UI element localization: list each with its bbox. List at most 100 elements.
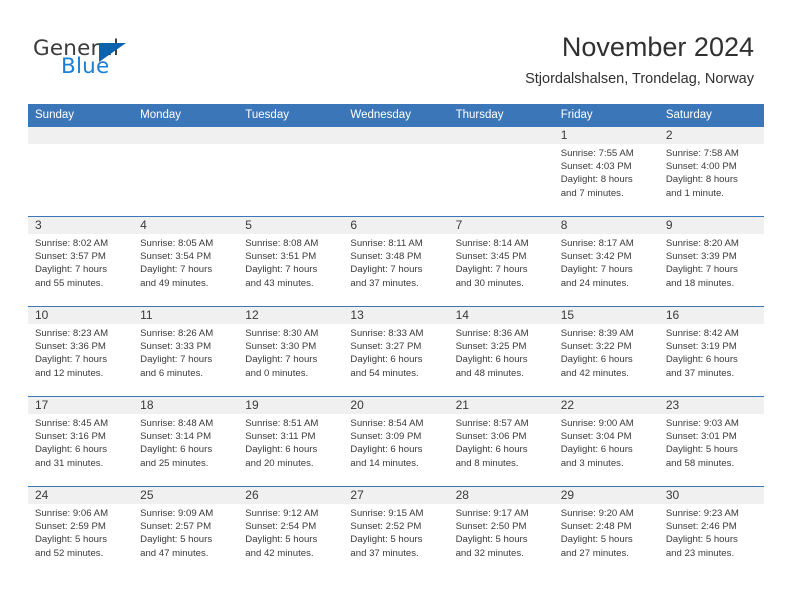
day-cell[interactable]: 6 Sunrise: 8:11 AM Sunset: 3:48 PM Daylig…	[343, 216, 449, 307]
day-number: 25	[133, 487, 239, 504]
day-info: Sunrise: 9:09 AM Sunset: 2:57 PM Dayligh…	[140, 508, 214, 559]
day-number	[133, 127, 239, 144]
weekday-header-friday: Friday	[553, 104, 659, 127]
day-number: 10	[28, 307, 134, 324]
day-number: 14	[448, 307, 554, 324]
day-info: Sunrise: 7:58 AM Sunset: 4:00 PM Dayligh…	[665, 148, 739, 199]
day-number: 27	[343, 487, 449, 504]
day-info: Sunrise: 8:57 AM Sunset: 3:06 PM Dayligh…	[455, 418, 529, 469]
day-cell[interactable]: 1 Sunrise: 7:55 AM Sunset: 4:03 PM Daylig…	[553, 127, 659, 217]
weekday-header-monday: Monday	[133, 104, 239, 127]
day-cell[interactable]: 14 Sunrise: 8:36 AM Sunset: 3:25 PM Dayli…	[448, 306, 554, 397]
day-info: Sunrise: 8:20 AM Sunset: 3:39 PM Dayligh…	[665, 238, 739, 289]
calendar-grid: Sunday Monday Tuesday Wednesday Thursday…	[28, 104, 764, 576]
day-cell[interactable]: 7 Sunrise: 8:14 AM Sunset: 3:45 PM Daylig…	[448, 216, 554, 307]
day-info: Sunrise: 8:42 AM Sunset: 3:19 PM Dayligh…	[665, 328, 739, 379]
day-cell[interactable]: 30 Sunrise: 9:23 AM Sunset: 2:46 PM Dayli…	[658, 486, 764, 576]
week-row: 10 Sunrise: 8:23 AM Sunset: 3:36 PM Dayli…	[28, 306, 764, 397]
day-cell[interactable]: 5 Sunrise: 8:08 AM Sunset: 3:51 PM Daylig…	[238, 216, 344, 307]
day-info: Sunrise: 8:45 AM Sunset: 3:16 PM Dayligh…	[35, 418, 109, 469]
day-info: Sunrise: 9:03 AM Sunset: 3:01 PM Dayligh…	[665, 418, 739, 469]
day-cell[interactable]	[448, 127, 554, 217]
day-number: 13	[343, 307, 449, 324]
day-cell[interactable]: 17 Sunrise: 8:45 AM Sunset: 3:16 PM Dayli…	[28, 396, 134, 487]
title-block: November 2024 Stjordalshalsen, Trondelag…	[525, 30, 754, 89]
week-row: 3 Sunrise: 8:02 AM Sunset: 3:57 PM Daylig…	[28, 216, 764, 307]
day-cell[interactable]	[133, 127, 239, 217]
weekday-header-tuesday: Tuesday	[238, 104, 344, 127]
day-info: Sunrise: 9:06 AM Sunset: 2:59 PM Dayligh…	[35, 508, 109, 559]
day-number: 24	[28, 487, 134, 504]
day-number: 23	[658, 397, 764, 414]
day-cell[interactable]: 29 Sunrise: 9:20 AM Sunset: 2:48 PM Dayli…	[553, 486, 659, 576]
day-cell[interactable]: 9 Sunrise: 8:20 AM Sunset: 3:39 PM Daylig…	[658, 216, 764, 307]
day-cell[interactable]: 12 Sunrise: 8:30 AM Sunset: 3:30 PM Dayli…	[238, 306, 344, 397]
day-cell[interactable]: 3 Sunrise: 8:02 AM Sunset: 3:57 PM Daylig…	[28, 216, 134, 307]
calendar-table: Sunday Monday Tuesday Wednesday Thursday…	[28, 104, 764, 576]
day-number: 30	[658, 487, 764, 504]
day-cell[interactable]: 4 Sunrise: 8:05 AM Sunset: 3:54 PM Daylig…	[133, 216, 239, 307]
day-cell[interactable]: 25 Sunrise: 9:09 AM Sunset: 2:57 PM Dayli…	[133, 486, 239, 576]
day-number: 7	[448, 217, 554, 234]
day-info: Sunrise: 7:55 AM Sunset: 4:03 PM Dayligh…	[560, 148, 634, 199]
week-row: 1 Sunrise: 7:55 AM Sunset: 4:03 PM Daylig…	[28, 127, 764, 217]
day-info: Sunrise: 9:00 AM Sunset: 3:04 PM Dayligh…	[560, 418, 634, 469]
day-cell[interactable]	[28, 127, 134, 217]
day-info: Sunrise: 8:30 AM Sunset: 3:30 PM Dayligh…	[245, 328, 319, 379]
calendar-page: General Blue November 2024 Stjordalshals…	[0, 0, 792, 612]
day-info: Sunrise: 9:20 AM Sunset: 2:48 PM Dayligh…	[560, 508, 634, 559]
day-cell[interactable]: 15 Sunrise: 8:39 AM Sunset: 3:22 PM Dayli…	[553, 306, 659, 397]
general-blue-logo[interactable]: General Blue	[33, 36, 213, 82]
weekday-header-row: Sunday Monday Tuesday Wednesday Thursday…	[28, 104, 764, 127]
day-number: 2	[658, 127, 764, 144]
day-cell[interactable]: 18 Sunrise: 8:48 AM Sunset: 3:14 PM Dayli…	[133, 396, 239, 487]
day-number	[28, 127, 134, 144]
day-cell[interactable]: 8 Sunrise: 8:17 AM Sunset: 3:42 PM Daylig…	[553, 216, 659, 307]
page-header: General Blue November 2024 Stjordalshals…	[0, 0, 792, 100]
day-number: 5	[238, 217, 344, 234]
day-cell[interactable]: 21 Sunrise: 8:57 AM Sunset: 3:06 PM Dayli…	[448, 396, 554, 487]
day-cell[interactable]: 10 Sunrise: 8:23 AM Sunset: 3:36 PM Dayli…	[28, 306, 134, 397]
day-number: 12	[238, 307, 344, 324]
day-info	[133, 144, 238, 147]
day-info: Sunrise: 8:02 AM Sunset: 3:57 PM Dayligh…	[35, 238, 109, 289]
day-cell[interactable]: 19 Sunrise: 8:51 AM Sunset: 3:11 PM Dayli…	[238, 396, 344, 487]
day-cell[interactable]: 20 Sunrise: 8:54 AM Sunset: 3:09 PM Dayli…	[343, 396, 449, 487]
day-cell[interactable]: 2 Sunrise: 7:58 AM Sunset: 4:00 PM Daylig…	[658, 127, 764, 217]
day-info: Sunrise: 8:26 AM Sunset: 3:33 PM Dayligh…	[140, 328, 214, 379]
week-row: 17 Sunrise: 8:45 AM Sunset: 3:16 PM Dayli…	[28, 396, 764, 487]
day-cell[interactable]: 13 Sunrise: 8:33 AM Sunset: 3:27 PM Dayli…	[343, 306, 449, 397]
day-cell[interactable]: 26 Sunrise: 9:12 AM Sunset: 2:54 PM Dayli…	[238, 486, 344, 576]
day-info: Sunrise: 9:12 AM Sunset: 2:54 PM Dayligh…	[245, 508, 319, 559]
day-info: Sunrise: 8:11 AM Sunset: 3:48 PM Dayligh…	[350, 238, 423, 289]
day-number	[448, 127, 554, 144]
day-cell[interactable]	[238, 127, 344, 217]
week-row: 24 Sunrise: 9:06 AM Sunset: 2:59 PM Dayli…	[28, 486, 764, 576]
day-number: 21	[448, 397, 554, 414]
day-cell[interactable]: 23 Sunrise: 9:03 AM Sunset: 3:01 PM Dayli…	[658, 396, 764, 487]
day-info: Sunrise: 9:17 AM Sunset: 2:50 PM Dayligh…	[455, 508, 529, 559]
day-number: 15	[553, 307, 659, 324]
day-number: 22	[553, 397, 659, 414]
day-number: 1	[553, 127, 659, 144]
day-number: 18	[133, 397, 239, 414]
day-info: Sunrise: 8:08 AM Sunset: 3:51 PM Dayligh…	[245, 238, 319, 289]
day-info: Sunrise: 8:05 AM Sunset: 3:54 PM Dayligh…	[140, 238, 214, 289]
day-cell[interactable]: 24 Sunrise: 9:06 AM Sunset: 2:59 PM Dayli…	[28, 486, 134, 576]
day-number: 28	[448, 487, 554, 504]
day-cell[interactable]: 11 Sunrise: 8:26 AM Sunset: 3:33 PM Dayli…	[133, 306, 239, 397]
day-cell[interactable]: 22 Sunrise: 9:00 AM Sunset: 3:04 PM Dayli…	[553, 396, 659, 487]
day-cell[interactable]: 16 Sunrise: 8:42 AM Sunset: 3:19 PM Dayli…	[658, 306, 764, 397]
day-info	[28, 144, 133, 147]
logo-text-blue: Blue	[61, 54, 110, 79]
day-number: 6	[343, 217, 449, 234]
day-number: 29	[553, 487, 659, 504]
day-number: 17	[28, 397, 134, 414]
day-number: 16	[658, 307, 764, 324]
weekday-header-saturday: Saturday	[658, 104, 764, 127]
day-info: Sunrise: 8:48 AM Sunset: 3:14 PM Dayligh…	[140, 418, 214, 469]
day-cell[interactable]	[343, 127, 449, 217]
day-cell[interactable]: 28 Sunrise: 9:17 AM Sunset: 2:50 PM Dayli…	[448, 486, 554, 576]
day-cell[interactable]: 27 Sunrise: 9:15 AM Sunset: 2:52 PM Dayli…	[343, 486, 449, 576]
weekday-header-thursday: Thursday	[448, 104, 554, 127]
